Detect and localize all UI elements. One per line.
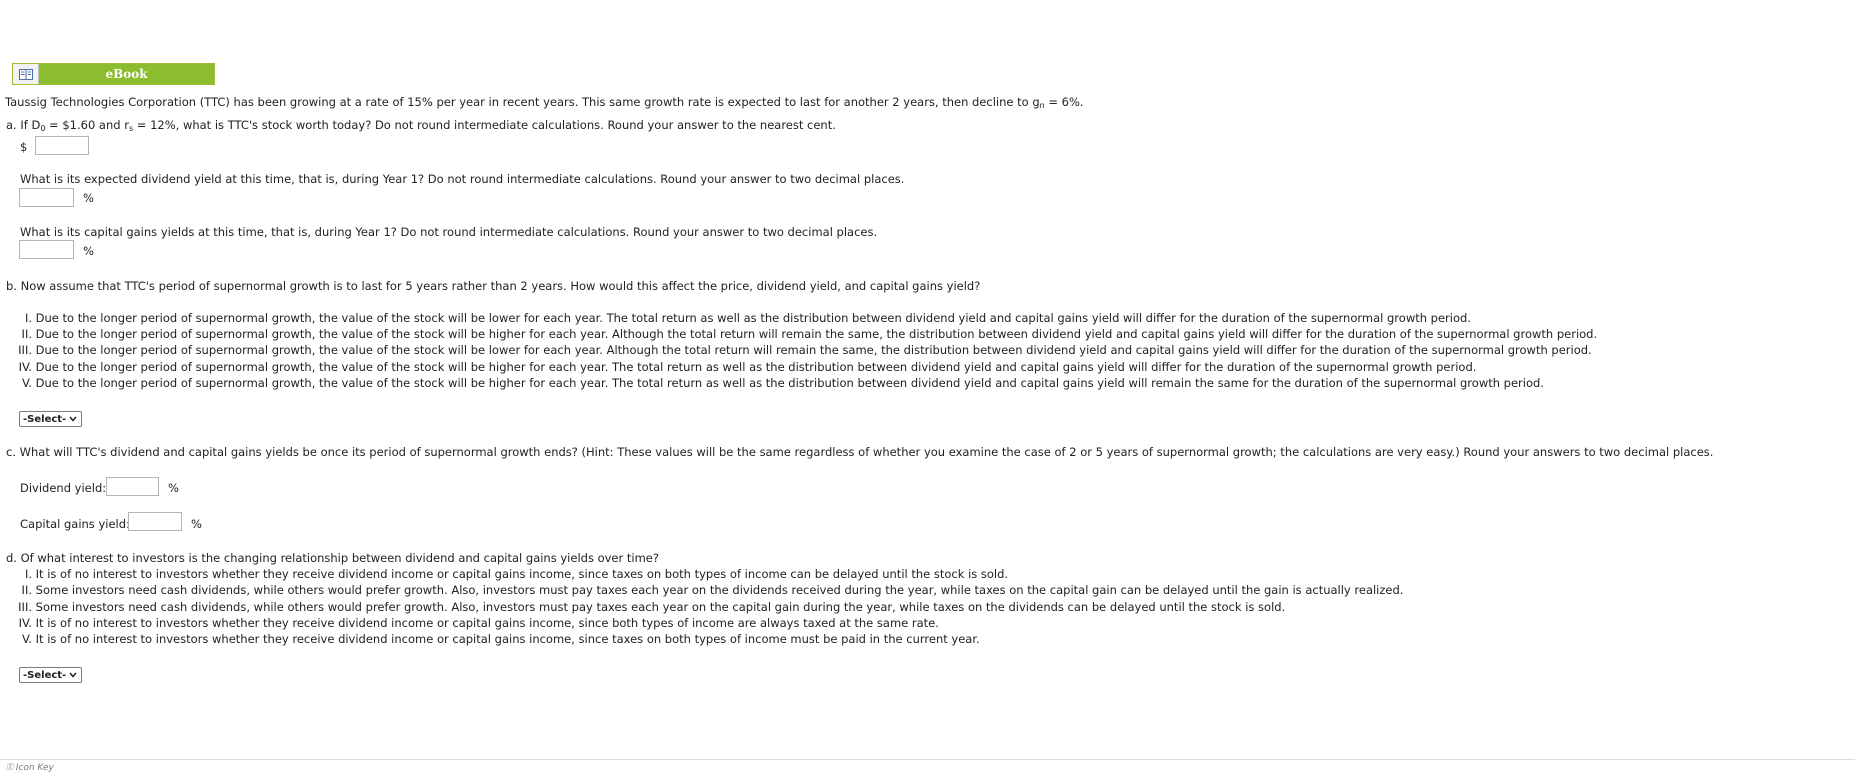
option-item: III. Some investors need cash dividends,… <box>18 600 1286 614</box>
option-item: IV. Due to the longer period of supernor… <box>18 360 1477 374</box>
dividend-yield-label: Dividend yield: <box>20 481 107 495</box>
stock-price-input[interactable] <box>35 136 89 155</box>
final-capital-gains-yield-input[interactable] <box>128 512 182 531</box>
footer-divider <box>0 759 1855 760</box>
capital-gains-question: What is its capital gains yields at this… <box>20 225 878 239</box>
part-b-question: b. Now assume that TTC's period of super… <box>6 279 981 293</box>
part-c-question: c. What will TTC's dividend and capital … <box>6 445 1714 459</box>
ebook-button[interactable]: eBook <box>12 63 215 85</box>
capital-gains-yield-input[interactable] <box>19 240 74 259</box>
chevron-down-icon <box>69 672 77 678</box>
percent-label: % <box>83 244 94 258</box>
capital-gains-yield-label: Capital gains yield: <box>20 517 130 531</box>
option-item: V. Due to the longer period of supernorm… <box>21 376 1544 390</box>
option-item: I. Due to the longer period of supernorm… <box>24 311 1471 325</box>
option-item: II. Some investors need cash dividends, … <box>21 583 1404 597</box>
option-item: IV. It is of no interest to investors wh… <box>18 616 939 630</box>
option-item: III. Due to the longer period of superno… <box>18 343 1592 357</box>
option-item: V. It is of no interest to investors whe… <box>21 632 980 646</box>
part-a-question: a. If D0 = $1.60 and rs = 12%, what is T… <box>6 118 836 133</box>
book-icon <box>13 64 39 84</box>
ebook-label: eBook <box>105 67 148 81</box>
percent-label: % <box>168 481 179 495</box>
part-d-question: d. Of what interest to investors is the … <box>6 551 659 565</box>
intro-text: Taussig Technologies Corporation (TTC) h… <box>5 95 1084 110</box>
percent-label: % <box>83 191 94 205</box>
icon-key-link[interactable]: ⚿ Icon Key <box>6 763 54 773</box>
key-icon: ⚿ <box>6 763 16 773</box>
dividend-yield-input[interactable] <box>19 188 74 207</box>
dividend-yield-question: What is its expected dividend yield at t… <box>20 172 905 186</box>
option-item: I. It is of no interest to investors whe… <box>24 567 1009 581</box>
currency-symbol: $ <box>20 140 28 154</box>
part-d-select[interactable]: -Select- <box>19 667 82 683</box>
part-b-select[interactable]: -Select- <box>19 411 82 427</box>
final-dividend-yield-input[interactable] <box>106 477 159 496</box>
percent-label: % <box>191 517 202 531</box>
chevron-down-icon <box>69 416 77 422</box>
option-item: II. Due to the longer period of supernor… <box>21 327 1598 341</box>
